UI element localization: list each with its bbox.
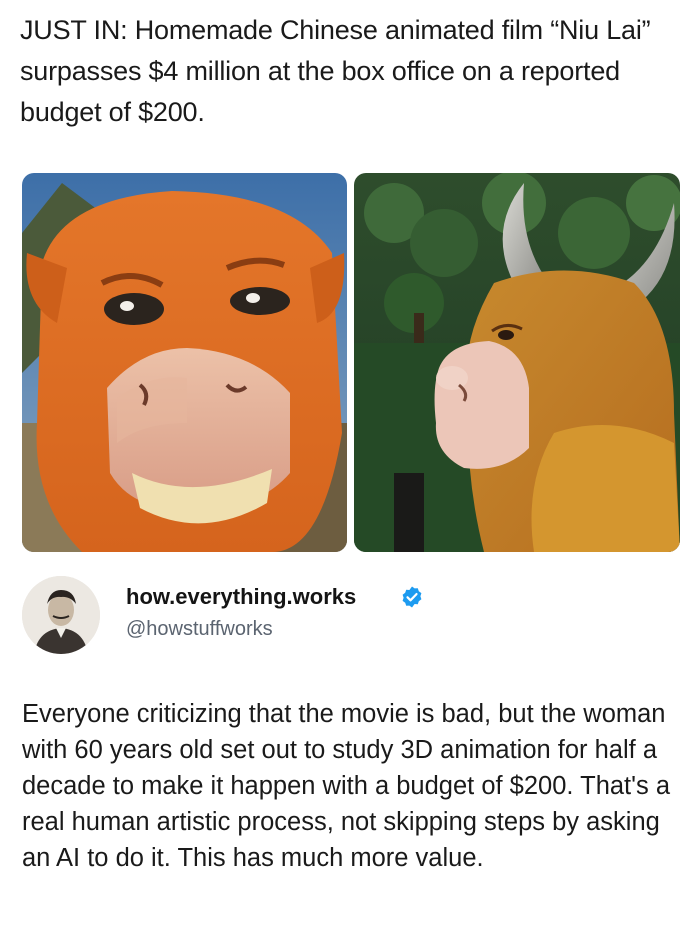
cartoon-bull-face-image[interactable]: [22, 173, 347, 552]
user-handle[interactable]: @howstuffworks: [126, 618, 273, 641]
post-text: Everyone criticizing that the movie is b…: [22, 700, 671, 872]
avatar[interactable]: [22, 576, 100, 654]
verified-badge-icon: [402, 586, 422, 608]
cartoon-bull-profile-image[interactable]: [354, 173, 680, 552]
headline-text: JUST IN: Homemade Chinese animated film …: [20, 15, 651, 127]
image-grid: [22, 173, 680, 552]
display-name[interactable]: how.everything.works: [126, 584, 356, 610]
post-author: how.everything.works @howstuffworks: [22, 576, 682, 658]
